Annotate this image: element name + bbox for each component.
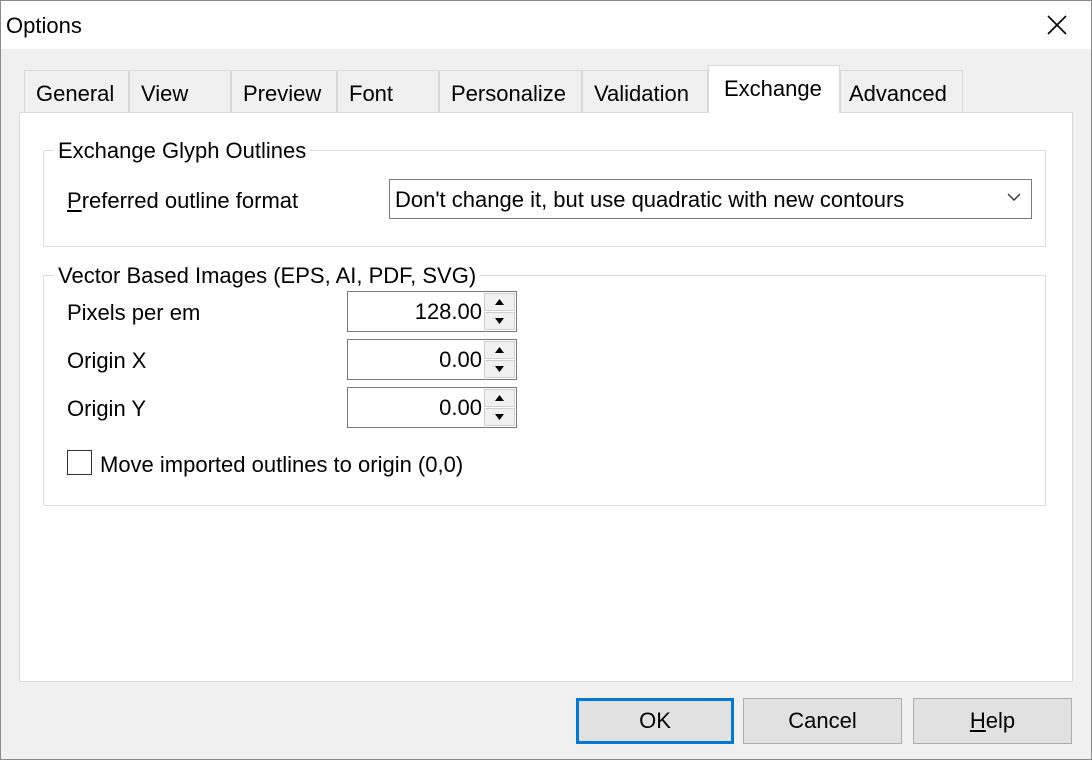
tab-personalize[interactable]: Personalize [439,70,582,112]
cancel-button[interactable]: Cancel [743,698,902,744]
exchange-tab-panel: Exchange Glyph Outlines Preferred outlin… [19,112,1073,682]
options-dialog: Options General View Preview Font Person… [0,0,1092,760]
origin-y-label: Origin Y [67,396,147,421]
tab-preview[interactable]: Preview [231,70,337,112]
tab-advanced[interactable]: Advanced [840,70,963,112]
preferred-outline-format-value: Don't change it, but use quadratic with … [395,187,905,212]
spin-up-icon [495,347,504,353]
origin-y-decrement[interactable] [484,408,515,426]
spin-up-icon [495,395,504,401]
chevron-down-icon [1007,193,1021,201]
origin-y-value: 0.00 [439,395,482,420]
spin-down-icon [495,318,504,324]
spin-down-icon [495,366,504,372]
window-title: Options [6,13,82,38]
help-mnemonic: H [969,708,986,733]
tab-exchange[interactable]: Exchange [708,65,840,113]
spin-down-icon [495,414,504,420]
origin-y-increment[interactable] [484,389,515,407]
origin-x-value: 0.00 [439,347,482,372]
spin-up-icon [495,299,504,305]
preferred-outline-format-mnemonic: P [67,188,82,213]
origin-x-spinner [484,341,515,378]
pixels-per-em-increment[interactable] [484,293,515,311]
origin-y-spinbox[interactable]: 0.00 [347,387,517,428]
origin-x-decrement[interactable] [484,360,515,378]
exchange-outlines-title: Exchange Glyph Outlines [54,138,311,164]
origin-y-spinner [484,389,515,426]
pixels-per-em-spinbox[interactable]: 128.00 [347,291,517,332]
help-button[interactable]: Help [913,698,1072,744]
tab-font[interactable]: Font [337,70,439,112]
help-label-text: elp [985,708,1016,733]
origin-x-spinbox[interactable]: 0.00 [347,339,517,380]
preferred-outline-format-label-text: referred outline format [81,188,299,213]
vector-images-title: Vector Based Images (EPS, AI, PDF, SVG) [54,263,481,289]
title-bar: Options [1,1,1091,49]
move-to-origin-label[interactable]: Move imported outlines to origin (0,0) [100,452,463,478]
origin-x-label: Origin X [67,348,147,373]
pixels-per-em-decrement[interactable] [484,312,515,330]
ok-button[interactable]: OK [576,698,734,744]
close-button[interactable] [1023,1,1091,49]
preferred-outline-format-select[interactable]: Don't change it, but use quadratic with … [389,179,1032,219]
move-to-origin-checkbox[interactable] [67,450,92,475]
tab-general[interactable]: General [24,70,129,112]
tab-view[interactable]: View [129,70,231,112]
close-icon [1047,15,1067,35]
pixels-per-em-spinner [484,293,515,330]
pixels-per-em-value: 128.00 [414,299,482,324]
preferred-outline-format-label: Preferred outline format [67,188,298,214]
origin-x-increment[interactable] [484,341,515,359]
tab-validation[interactable]: Validation [582,70,708,112]
pixels-per-em-label: Pixels per em [67,300,201,325]
